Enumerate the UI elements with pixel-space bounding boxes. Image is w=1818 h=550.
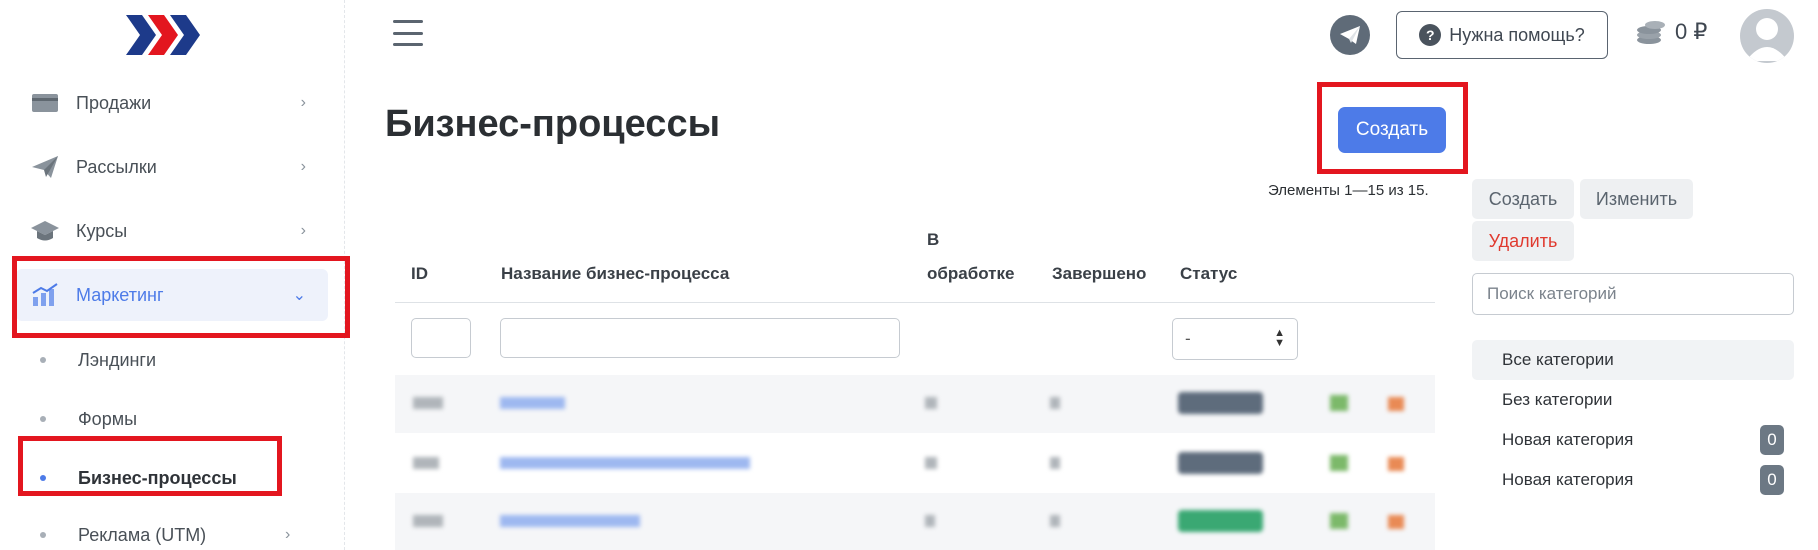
status-filter-select[interactable]: - ▲ ▼ (1172, 318, 1298, 360)
sidebar-subitem-utm[interactable]: Реклама (UTM) › (40, 515, 310, 550)
run-icon[interactable] (1388, 515, 1404, 529)
sidebar-subitem-label: Реклама (UTM) (78, 524, 207, 545)
page-title: Бизнес-процессы (385, 103, 721, 145)
sidebar-item-label: Маркетинг (76, 284, 164, 305)
bullet-icon (40, 416, 46, 422)
category-label: Все категории (1502, 350, 1614, 369)
column-header-name[interactable]: Название бизнес-процесса (501, 264, 729, 284)
row-name-link[interactable] (500, 515, 640, 527)
column-header-in-progress-line2[interactable]: обработке (927, 264, 1014, 284)
chevron-down-icon: ⌄ (292, 287, 306, 304)
table-header-divider (395, 302, 1435, 303)
row-name-link[interactable] (500, 397, 565, 409)
card-icon (30, 91, 60, 115)
chevron-right-icon: › (300, 158, 306, 175)
select-arrows-icon: ▲ ▼ (1274, 327, 1285, 349)
status-badge (1178, 452, 1263, 474)
stats-icon[interactable] (1330, 395, 1348, 411)
help-button[interactable]: ? Нужна помощь? (1396, 11, 1608, 59)
status-badge (1178, 510, 1263, 532)
category-create-button[interactable]: Создать (1472, 179, 1574, 219)
balance-value: 0 ₽ (1675, 19, 1708, 44)
row-in-progress (925, 515, 935, 527)
chevron-right-icon: › (300, 222, 306, 239)
stats-icon[interactable] (1330, 455, 1348, 471)
category-search-input[interactable]: Поиск категорий (1472, 273, 1794, 315)
sidebar-item-courses[interactable]: Курсы › (16, 205, 328, 257)
bullet-icon (40, 532, 46, 538)
sidebar-subitem-label: Формы (78, 408, 138, 429)
graduation-cap-icon (30, 219, 60, 243)
category-item[interactable]: Новая категория 0 (1472, 420, 1794, 460)
bullet-icon (40, 475, 46, 481)
row-name-link[interactable] (500, 457, 750, 469)
category-search-placeholder: Поиск категорий (1487, 284, 1617, 303)
column-header-done[interactable]: Завершено (1052, 264, 1146, 284)
id-filter-input[interactable] (411, 318, 471, 358)
category-count-badge: 0 (1760, 425, 1784, 455)
row-id (413, 457, 439, 469)
avatar[interactable] (1740, 9, 1794, 63)
name-filter-input[interactable] (500, 318, 900, 358)
create-button[interactable]: Создать (1338, 107, 1446, 153)
balance[interactable]: 0 ₽ (1635, 18, 1707, 46)
table-row[interactable] (395, 375, 1435, 433)
user-icon (1746, 18, 1788, 61)
row-done (1050, 457, 1060, 469)
chart-icon (30, 283, 60, 307)
category-label: Без категории (1502, 390, 1613, 409)
column-header-status[interactable]: Статус (1180, 264, 1237, 284)
chevron-right-icon: › (300, 94, 306, 111)
logo-icon[interactable] (124, 10, 204, 60)
sidebar-subitem-landings[interactable]: Лэндинги (40, 340, 156, 380)
column-header-id[interactable]: ID (411, 264, 428, 284)
table-row[interactable] (395, 435, 1435, 493)
row-id (413, 515, 443, 527)
category-label: Новая категория (1502, 470, 1634, 489)
pagination-summary: Элементы 1—15 из 15. (1268, 182, 1429, 199)
menu-toggle-icon[interactable] (393, 20, 423, 46)
paper-plane-icon (30, 155, 60, 179)
category-item-uncategorized[interactable]: Без категории (1472, 380, 1794, 420)
sidebar-item-label: Продажи (76, 92, 152, 113)
category-item[interactable]: Новая категория 0 (1472, 460, 1794, 500)
sidebar-item-mailings[interactable]: Рассылки › (16, 141, 328, 193)
status-filter-value: - (1185, 329, 1191, 348)
stats-icon[interactable] (1330, 513, 1348, 529)
row-done (1050, 515, 1060, 527)
coins-icon (1637, 21, 1665, 44)
category-count-badge: 0 (1760, 465, 1784, 495)
telegram-icon[interactable] (1330, 15, 1370, 55)
table-row[interactable] (395, 493, 1435, 550)
chevron-right-icon: › (285, 526, 291, 543)
sidebar-subitem-forms[interactable]: Формы (40, 399, 137, 439)
sidebar-item-marketing[interactable]: Маркетинг ⌄ (16, 269, 328, 321)
row-in-progress (925, 397, 937, 409)
sidebar-item-label: Рассылки (76, 156, 157, 177)
sidebar-subitem-label: Бизнес-процессы (78, 467, 237, 488)
category-edit-button[interactable]: Изменить (1580, 179, 1693, 219)
sidebar-subitem-business-processes[interactable]: Бизнес-процессы (40, 458, 237, 498)
row-in-progress (925, 457, 937, 469)
sidebar: Продажи › Рассылки › Курсы › Маркетинг ⌄… (0, 0, 345, 550)
row-done (1050, 397, 1060, 409)
sidebar-item-label: Курсы (76, 220, 128, 241)
category-delete-button[interactable]: Удалить (1472, 221, 1574, 261)
category-item-all[interactable]: Все категории (1472, 340, 1794, 380)
column-header-in-progress-line1[interactable]: В (927, 230, 939, 250)
sidebar-subitem-label: Лэндинги (78, 349, 157, 370)
question-icon: ? (1419, 24, 1442, 46)
category-label: Новая категория (1502, 430, 1634, 449)
run-icon[interactable] (1388, 397, 1404, 411)
run-icon[interactable] (1388, 457, 1404, 471)
row-id (413, 397, 443, 409)
help-button-label: Нужна помощь? (1449, 24, 1585, 45)
sidebar-item-sales[interactable]: Продажи › (16, 77, 328, 129)
status-badge (1178, 392, 1263, 414)
bullet-icon (40, 357, 46, 363)
